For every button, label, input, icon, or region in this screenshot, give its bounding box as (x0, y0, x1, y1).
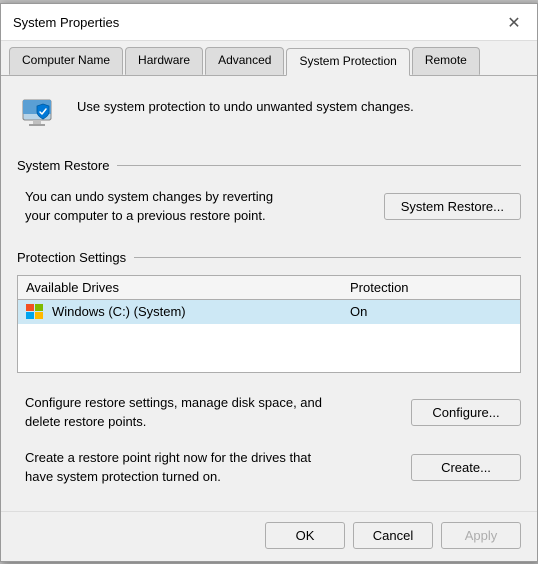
ok-button[interactable]: OK (265, 522, 345, 549)
info-description: Use system protection to undo unwanted s… (77, 98, 414, 116)
system-restore-header: System Restore (17, 158, 521, 173)
section-divider-2 (134, 257, 521, 258)
create-description: Create a restore point right now for the… (25, 448, 399, 487)
tab-bar: Computer Name Hardware Advanced System P… (1, 41, 537, 76)
system-protection-icon (17, 92, 65, 140)
col-header-protection: Protection (350, 280, 512, 295)
drive-cell: Windows (C:) (System) (26, 304, 350, 320)
tab-computer-name[interactable]: Computer Name (9, 47, 123, 75)
system-properties-dialog: System Properties ✕ Computer Name Hardwa… (0, 3, 538, 562)
apply-button[interactable]: Apply (441, 522, 521, 549)
drives-table: Available Drives Protection (17, 275, 521, 373)
dialog-footer: OK Cancel Apply (1, 511, 537, 561)
create-row: Create a restore point right now for the… (17, 444, 521, 491)
protection-settings-section: Protection Settings Available Drives Pro… (17, 250, 521, 373)
close-button[interactable]: ✕ (503, 12, 525, 34)
system-restore-description: You can undo system changes by reverting… (25, 187, 372, 226)
window-title: System Properties (13, 15, 119, 30)
col-header-drive: Available Drives (26, 280, 350, 295)
system-restore-label: System Restore (17, 158, 109, 173)
drive-icon (26, 304, 46, 320)
configure-row: Configure restore settings, manage disk … (17, 389, 521, 436)
configure-button[interactable]: Configure... (411, 399, 521, 426)
system-restore-section: System Restore You can undo system chang… (17, 158, 521, 234)
protection-settings-label: Protection Settings (17, 250, 126, 265)
table-row[interactable]: Windows (C:) (System) On (18, 300, 520, 324)
tab-content: Use system protection to undo unwanted s… (1, 76, 537, 511)
cancel-button[interactable]: Cancel (353, 522, 433, 549)
system-restore-button[interactable]: System Restore... (384, 193, 521, 220)
section-divider (117, 165, 521, 166)
tab-remote[interactable]: Remote (412, 47, 480, 75)
system-restore-row: You can undo system changes by reverting… (17, 183, 521, 234)
protection-settings-header: Protection Settings (17, 250, 521, 265)
tab-system-protection[interactable]: System Protection (286, 48, 409, 76)
drive-protection: On (350, 304, 512, 319)
create-button[interactable]: Create... (411, 454, 521, 481)
drive-name: Windows (C:) (System) (52, 304, 186, 319)
table-header-row: Available Drives Protection (18, 276, 520, 300)
title-bar: System Properties ✕ (1, 4, 537, 41)
tab-hardware[interactable]: Hardware (125, 47, 203, 75)
tab-advanced[interactable]: Advanced (205, 47, 284, 75)
table-empty-space (18, 324, 520, 372)
configure-description: Configure restore settings, manage disk … (25, 393, 399, 432)
info-row: Use system protection to undo unwanted s… (17, 92, 521, 140)
